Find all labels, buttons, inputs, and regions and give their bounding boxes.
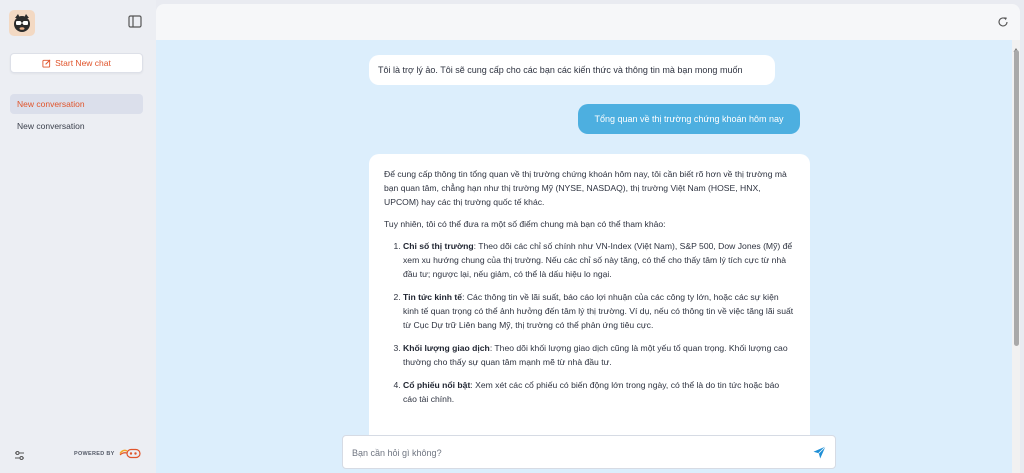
chat-area: Tôi là trợ lý ảo. Tôi sẽ cung cấp cho cá…	[156, 40, 1012, 473]
list-item: Tin tức kinh tế: Các thông tin về lãi su…	[403, 290, 795, 332]
user-message-text: Tổng quan về thị trường chứng khoán hôm …	[594, 114, 784, 124]
settings-sliders-icon[interactable]	[14, 448, 25, 460]
assistant-reply-message: Để cung cấp thông tin tổng quan về thị t…	[369, 154, 810, 454]
list-item-title: Cổ phiếu nổi bật	[403, 380, 471, 390]
reply-intro: Để cung cấp thông tin tổng quan về thị t…	[384, 169, 787, 207]
powered-by: POWERED BY	[74, 448, 141, 459]
start-new-chat-button[interactable]: Start New chat	[10, 53, 143, 73]
reply-list: Chỉ số thị trường: Theo dõi các chỉ số c…	[384, 239, 795, 406]
refresh-icon[interactable]	[997, 15, 1009, 27]
scrollbar-thumb[interactable]	[1013, 50, 1019, 346]
assistant-welcome-message: Tôi là trợ lý ảo. Tôi sẽ cung cấp cho cá…	[369, 55, 775, 85]
list-item: Cổ phiếu nổi bật: Xem xét các cổ phiếu c…	[403, 378, 795, 406]
user-message: Tổng quan về thị trường chứng khoán hôm …	[578, 104, 800, 134]
logo-mascot-icon	[9, 10, 35, 36]
sidebar-toggle-icon[interactable]	[128, 15, 142, 28]
list-item: Khối lượng giao dịch: Theo dõi khối lượn…	[403, 341, 795, 369]
list-item: Chỉ số thị trường: Theo dõi các chỉ số c…	[403, 239, 795, 281]
message-input[interactable]	[352, 444, 792, 462]
welcome-text: Tôi là trợ lý ảo. Tôi sẽ cung cấp cho cá…	[378, 65, 743, 75]
conversation-label: New conversation	[17, 121, 85, 131]
conversation-label: New conversation	[17, 99, 85, 109]
brand-logo-icon	[119, 448, 141, 459]
send-icon[interactable]	[812, 445, 827, 460]
scroll-up-arrow-icon[interactable]	[1013, 40, 1019, 52]
edit-icon	[42, 59, 51, 68]
list-item-title: Chỉ số thị trường	[403, 241, 474, 251]
list-item-title: Tin tức kinh tế	[403, 292, 463, 302]
message-input-box	[342, 435, 836, 469]
reply-lead: Tuy nhiên, tôi có thể đưa ra một số điểm…	[384, 219, 666, 229]
conversation-item-2[interactable]: New conversation	[10, 116, 143, 136]
top-bar	[156, 4, 1020, 40]
start-new-chat-label: Start New chat	[55, 58, 111, 68]
sidebar: Start New chat New conversation New conv…	[0, 0, 156, 473]
list-item-title: Khối lượng giao dịch	[403, 343, 490, 353]
conversation-item-1[interactable]: New conversation	[10, 94, 143, 114]
list-item-text: : Các thông tin về lãi suất, báo cáo lợi…	[403, 292, 794, 330]
powered-by-label: POWERED BY	[74, 450, 115, 457]
